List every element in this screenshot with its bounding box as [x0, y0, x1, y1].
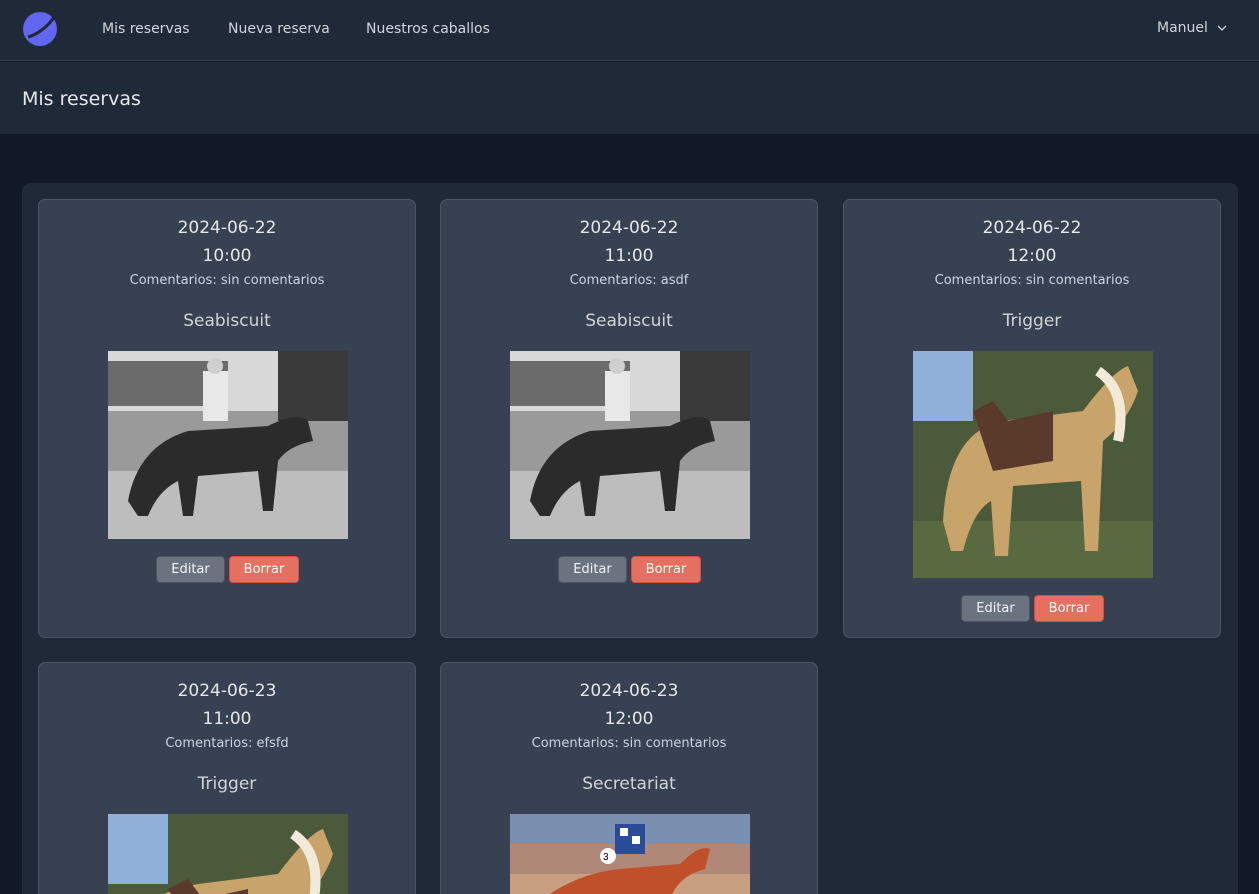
top-navbar: Mis reservas Nueva reserva Nuestros caba…	[0, 0, 1259, 61]
horse-name: Trigger	[197, 774, 257, 794]
reservation-card: 2024-06-23 12:00 Comentarios: sin coment…	[440, 662, 818, 894]
delete-button[interactable]: Borrar	[229, 556, 299, 583]
horse-photo: 3	[510, 814, 750, 894]
user-menu[interactable]: Manuel	[1157, 20, 1228, 36]
reservation-card: 2024-06-22 11:00 Comentarios: asdf Seabi…	[440, 199, 818, 638]
nav-link-nueva-reserva[interactable]: Nueva reserva	[228, 21, 330, 37]
reservation-time: 11:00	[202, 709, 252, 729]
delete-button[interactable]: Borrar	[631, 556, 701, 583]
edit-button[interactable]: Editar	[156, 556, 225, 583]
nav-link-mis-reservas[interactable]: Mis reservas	[102, 21, 190, 37]
edit-button[interactable]: Editar	[558, 556, 627, 583]
reservation-card: 2024-06-22 10:00 Comentarios: sin coment…	[38, 199, 416, 638]
reservation-time: 12:00	[604, 709, 654, 729]
reservation-time: 11:00	[604, 246, 654, 266]
edit-button[interactable]: Editar	[961, 595, 1030, 622]
horse-name: Trigger	[1002, 311, 1062, 331]
reservation-time: 12:00	[1007, 246, 1057, 266]
reservation-time: 10:00	[202, 246, 252, 266]
reservation-date: 2024-06-22	[982, 218, 1082, 238]
horse-name: Seabiscuit	[585, 311, 673, 331]
reservations-container: 2024-06-22 10:00 Comentarios: sin coment…	[22, 183, 1238, 894]
horse-photo	[108, 351, 348, 539]
delete-button[interactable]: Borrar	[1034, 595, 1104, 622]
logo-icon[interactable]	[22, 11, 58, 47]
reservation-date: 2024-06-23	[579, 681, 679, 701]
reservation-comment: Comentarios: sin comentarios	[934, 273, 1130, 288]
horse-name: Seabiscuit	[183, 311, 271, 331]
svg-text:3: 3	[603, 852, 609, 863]
reservation-comment: Comentarios: sin comentarios	[129, 273, 325, 288]
horse-photo	[108, 814, 348, 894]
horse-photo	[510, 351, 750, 539]
reservation-card: 2024-06-22 12:00 Comentarios: sin coment…	[843, 199, 1221, 638]
chevron-down-icon	[1217, 25, 1227, 31]
reservation-card: 2024-06-23 11:00 Comentarios: efsfd Trig…	[38, 662, 416, 894]
reservation-date: 2024-06-22	[177, 218, 277, 238]
reservation-comment: Comentarios: efsfd	[165, 736, 289, 751]
user-name: Manuel	[1157, 20, 1208, 36]
reservation-date: 2024-06-23	[177, 681, 277, 701]
page-title: Mis reservas	[22, 88, 141, 110]
page-header: Mis reservas	[0, 62, 1259, 135]
reservation-comment: Comentarios: asdf	[569, 273, 689, 288]
reservation-comment: Comentarios: sin comentarios	[531, 736, 727, 751]
horse-photo	[913, 351, 1153, 578]
horse-name: Secretariat	[582, 774, 676, 794]
nav-link-nuestros-caballos[interactable]: Nuestros caballos	[366, 21, 490, 37]
reservation-date: 2024-06-22	[579, 218, 679, 238]
